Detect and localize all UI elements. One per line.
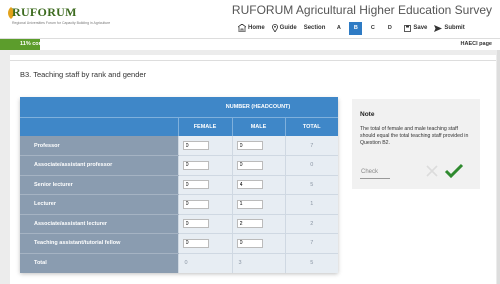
check-icon [444, 163, 464, 179]
table-corner [20, 97, 178, 118]
question-title: B3. Teaching staff by rank and gender [20, 70, 147, 79]
ruforum-logo: RUFORUM Regional Universities Forum for … [6, 5, 110, 33]
top-bar: RUFORUM Regional Universities Forum for … [0, 0, 500, 38]
home-icon [238, 24, 246, 32]
row-label: Lecturer [20, 194, 178, 215]
section-c-button[interactable]: C [366, 22, 379, 35]
section-b-button[interactable]: B [349, 21, 363, 35]
female-total: 0 [177, 253, 232, 273]
cross-icon [426, 165, 438, 177]
table-row: Senior lecturer 5 [20, 175, 339, 195]
staff-table: NUMBER (HEADCOUNT) FEMALE MALE TOTAL Pro… [20, 97, 339, 273]
row-total: 0 [284, 155, 339, 176]
guide-label: Guide [279, 25, 297, 31]
table-row: Associate/assistant lecturer 2 [20, 214, 339, 234]
check-button[interactable]: Check [360, 165, 390, 179]
table-row: Teaching assistant/tutorial fellow 7 [20, 233, 339, 254]
section-d-button[interactable]: D [383, 22, 396, 35]
note-panel: Note The total of female and male teachi… [352, 99, 480, 189]
section-label: Section [303, 25, 326, 31]
progress-bar: 11% complete HAECI page [0, 38, 500, 50]
logo-tagline: Regional Universities Forum for Capacity… [12, 21, 111, 25]
nav-bar: Home Guide Section A B C D Save Submit [238, 20, 472, 36]
column-header-total: TOTAL [284, 117, 339, 136]
male-input[interactable] [236, 141, 263, 150]
female-input[interactable] [182, 238, 209, 248]
grand-total: 5 [284, 253, 339, 273]
row-total: 2 [284, 214, 339, 234]
male-input[interactable] [236, 199, 263, 209]
male-input[interactable] [236, 219, 263, 229]
app-title: RUFORUM Agricultural Higher Education Su… [231, 3, 492, 17]
total-row: Total 0 3 5 [20, 253, 339, 273]
table-row: Lecturer 1 [20, 194, 339, 215]
row-label: Associate/assistant lecturer [20, 214, 178, 234]
submit-label: Submit [444, 25, 465, 31]
column-header-female: FEMALE [177, 117, 232, 136]
female-input[interactable] [182, 219, 209, 229]
row-total: 7 [284, 233, 339, 254]
female-input[interactable] [182, 199, 209, 209]
row-label: Teaching assistant/tutorial fellow [20, 233, 178, 254]
map-pin-icon [271, 24, 278, 32]
note-title: Note [360, 111, 375, 118]
save-label: Save [413, 25, 428, 31]
column-header-male: MALE [231, 117, 285, 136]
section-a-button[interactable]: A [332, 22, 345, 35]
row-label: Professor [20, 136, 178, 156]
send-icon [434, 24, 443, 32]
row-total: 5 [284, 175, 339, 195]
table-row: Professor 7 [20, 136, 339, 156]
female-input[interactable] [182, 141, 209, 150]
male-input[interactable] [236, 238, 263, 248]
save-icon [404, 24, 412, 32]
logo-text: RUFORUM [12, 5, 77, 19]
home-button[interactable]: Home [238, 21, 265, 35]
table-row: Associate/assistant professor 0 [20, 155, 339, 176]
male-total: 3 [231, 253, 285, 273]
progress-label: 11% complete [20, 41, 57, 47]
row-label: Senior lecturer [20, 175, 178, 195]
male-input[interactable] [236, 180, 263, 190]
female-input[interactable] [182, 160, 209, 170]
submit-button[interactable]: Submit [434, 21, 465, 35]
save-button[interactable]: Save [404, 21, 427, 35]
divider [10, 60, 496, 61]
total-row-label: Total [20, 253, 178, 273]
guide-button[interactable]: Guide [271, 21, 297, 35]
female-input[interactable] [182, 180, 209, 190]
home-label: Home [248, 25, 265, 31]
row-total: 1 [284, 194, 339, 215]
page-label: HAECI page [460, 41, 492, 47]
row-label: Associate/assistant professor [20, 155, 178, 176]
note-text: The total of female and male teaching st… [360, 126, 469, 146]
group-header: NUMBER (HEADCOUNT) [178, 97, 339, 118]
table-corner-sub [20, 117, 178, 136]
row-total: 7 [284, 136, 339, 156]
male-input[interactable] [236, 160, 263, 170]
